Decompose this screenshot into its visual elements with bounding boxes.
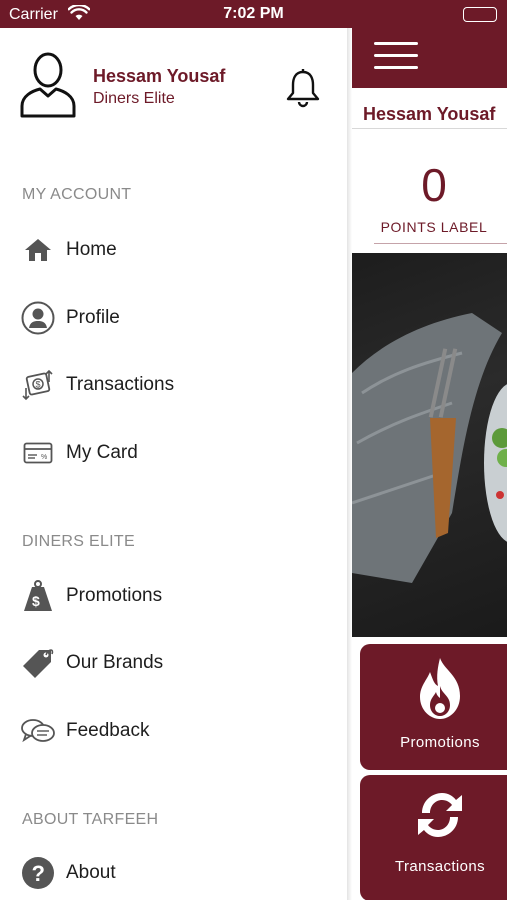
drawer-user-tier: Diners Elite [93, 90, 175, 107]
menu-item-profile[interactable]: Profile [0, 293, 340, 343]
menu-item-feedback[interactable]: Feedback [0, 706, 340, 756]
status-bar: Carrier 7:02 PM [0, 0, 507, 28]
svg-text:%: % [41, 454, 47, 461]
menu-label: Promotions [66, 585, 163, 606]
divider [352, 128, 507, 129]
user-avatar-icon[interactable] [18, 50, 78, 125]
transactions-icon: $ [20, 367, 56, 403]
transactions-tile[interactable]: Transactions [360, 775, 507, 900]
main-user-name: Hessam Yousaf [363, 104, 496, 124]
side-drawer: Hessam Yousaf Diners Elite MY ACCOUNT Ho… [0, 28, 350, 900]
section-title-about-tarfeeh: ABOUT TARFEEH [22, 811, 159, 828]
refresh-icon [410, 787, 470, 848]
home-icon [20, 232, 56, 268]
promotions-tile[interactable]: Promotions [360, 644, 507, 770]
chat-bubbles-icon [20, 713, 56, 749]
main-screen[interactable]: Hessam Yousaf 0 POINTS LABEL Promotions … [352, 28, 507, 900]
section-title-my-account: MY ACCOUNT [22, 186, 132, 203]
tile-label: Transactions [394, 858, 486, 875]
menu-item-my-card[interactable]: % My Card [0, 428, 340, 478]
bell-icon[interactable] [285, 68, 321, 113]
tile-label: Promotions [400, 734, 480, 751]
flame-icon [410, 656, 470, 727]
divider [374, 243, 507, 244]
menu-label: Our Brands [66, 652, 164, 673]
hero-image [352, 253, 507, 637]
svg-text:$: $ [32, 593, 40, 609]
menu-label: About [66, 862, 116, 883]
menu-item-our-brands[interactable]: Our Brands [0, 638, 340, 688]
points-label: POINTS LABEL [380, 219, 488, 235]
menu-label: Transactions [66, 374, 175, 395]
menu-item-about[interactable]: ? About [0, 848, 340, 898]
tag-icon [20, 645, 56, 681]
hamburger-menu-icon[interactable] [374, 42, 418, 72]
menu-item-transactions[interactable]: $ Transactions [0, 360, 340, 410]
menu-label: Home [66, 239, 117, 260]
svg-text:$: $ [36, 380, 41, 390]
menu-item-home[interactable]: Home [0, 225, 340, 275]
question-icon: ? [20, 855, 56, 891]
clock: 7:02 PM [223, 5, 284, 22]
menu-item-promotions[interactable]: $ Promotions [0, 571, 340, 621]
drawer-user-name: Hessam Yousaf [93, 66, 226, 86]
drawer-profile-header: Hessam Yousaf Diners Elite [0, 28, 350, 138]
price-tag-dollar-icon: $ [20, 578, 56, 614]
section-title-diners-elite: DINERS ELITE [22, 533, 135, 550]
profile-icon [20, 300, 56, 336]
battery-icon [463, 7, 497, 22]
points-value: 0 [421, 159, 447, 211]
main-header [352, 28, 507, 88]
svg-text:?: ? [32, 861, 45, 886]
card-icon: % [20, 435, 56, 471]
menu-label: My Card [66, 442, 138, 463]
menu-label: Feedback [66, 720, 150, 741]
menu-label: Profile [66, 307, 120, 328]
